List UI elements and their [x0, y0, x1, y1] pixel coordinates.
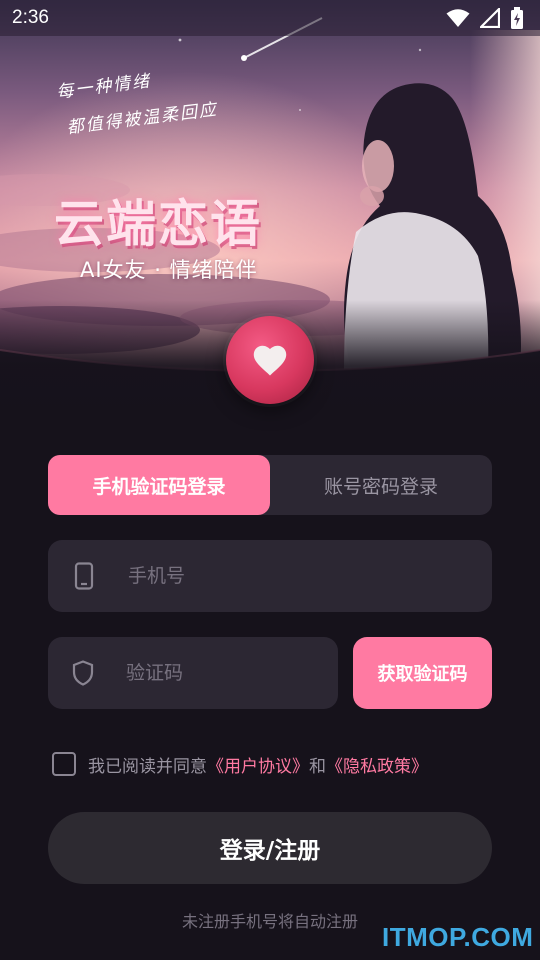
login-mode-tabs: 手机验证码登录 账号密码登录: [48, 455, 492, 515]
tab-sms-login[interactable]: 手机验证码登录: [48, 455, 270, 515]
battery-icon: [511, 7, 523, 29]
agreement-and: 和: [309, 756, 326, 777]
get-code-button[interactable]: 获取验证码: [353, 637, 492, 709]
app-subtitle: AI女友 · 情绪陪伴: [80, 258, 258, 282]
user-agreement-link[interactable]: 《用户协议》: [207, 752, 309, 777]
login-register-button[interactable]: 登录/注册: [48, 812, 492, 884]
privacy-policy-link[interactable]: 《隐私政策》: [326, 752, 428, 777]
wifi-icon: [446, 9, 470, 27]
watermark: ITMOP.COM: [382, 922, 534, 952]
heart-badge: [226, 316, 314, 404]
verification-code-field[interactable]: [48, 637, 371, 709]
phone-icon: [72, 561, 96, 591]
heart-icon: [253, 345, 287, 376]
status-time: 2:36: [12, 7, 49, 28]
verification-code-input[interactable]: [124, 661, 371, 685]
phone-input[interactable]: [126, 564, 410, 588]
app-title: 云端恋语: [54, 195, 262, 253]
agreement-prefix: 我已阅读并同意: [88, 756, 207, 777]
tab-password-login[interactable]: 账号密码登录: [270, 455, 492, 515]
status-icons: [446, 7, 524, 29]
phone-field[interactable]: [48, 540, 492, 612]
signal-icon: [480, 8, 500, 28]
status-bar: 2:36: [0, 0, 540, 36]
agreement-row: 我已阅读并同意 《用户协议》 和 《隐私政策》: [52, 750, 428, 778]
agreement-checkbox[interactable]: [52, 752, 76, 776]
shield-icon: [72, 658, 94, 688]
